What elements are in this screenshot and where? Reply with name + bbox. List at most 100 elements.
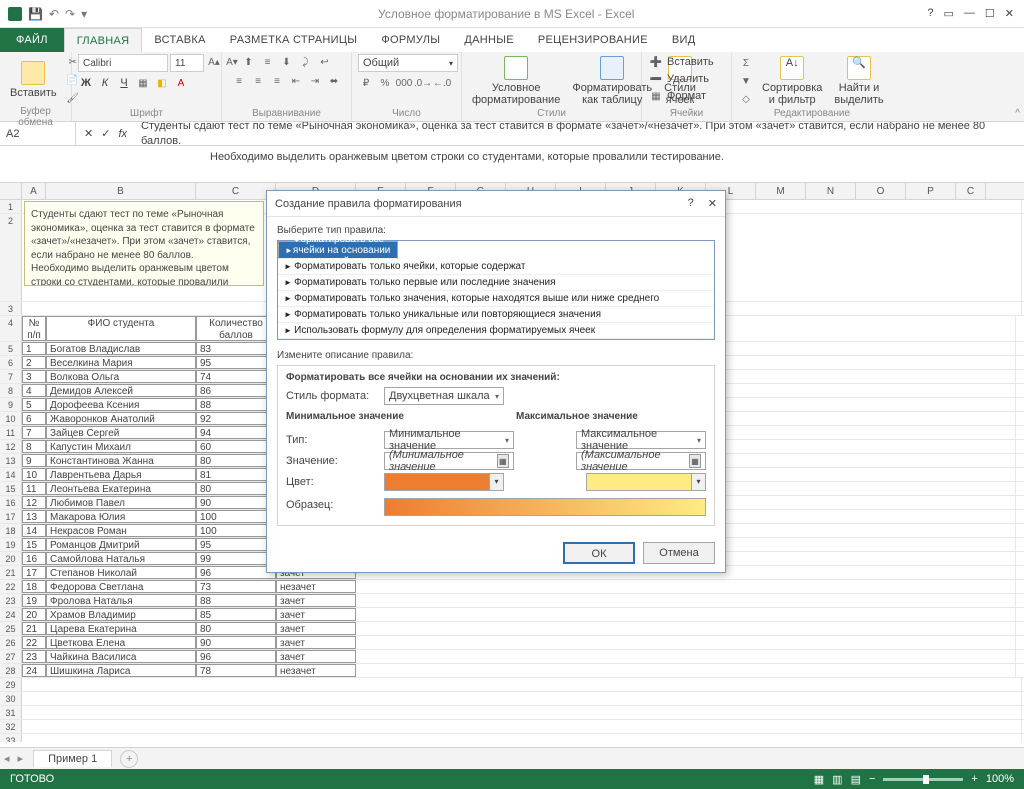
row-header[interactable]: 10 [0,412,22,425]
row-header[interactable]: 14 [0,468,22,481]
ok-button[interactable]: ОК [563,542,635,564]
zoom-in-icon[interactable]: + [971,773,977,785]
row-header[interactable]: 22 [0,580,22,593]
row-header[interactable]: 21 [0,566,22,579]
col-C[interactable]: C [196,183,276,199]
row-header[interactable]: 23 [0,594,22,607]
currency-icon[interactable]: ₽ [358,75,374,91]
autosum-icon[interactable]: Σ [738,55,754,71]
col-B[interactable]: B [46,183,196,199]
underline-icon[interactable]: Ч [116,75,132,91]
merge-icon[interactable]: ⬌ [326,73,342,89]
align-top-icon[interactable]: ⬆ [241,54,257,70]
tab-home[interactable]: ГЛАВНАЯ [64,28,143,52]
cancel-button[interactable]: Отмена [643,542,715,564]
row-header[interactable]: 30 [0,692,22,705]
row-header[interactable]: 31 [0,706,22,719]
cancel-formula-icon[interactable]: ✕ [84,127,93,140]
dialog-help-icon[interactable]: ? [688,197,694,210]
col-P[interactable]: P [906,183,956,199]
row-header[interactable]: 12 [0,440,22,453]
row-header[interactable]: 4 [0,316,22,341]
enter-formula-icon[interactable]: ✓ [101,127,110,140]
range-picker-icon[interactable]: ▦ [497,454,509,468]
increase-decimal-icon[interactable]: .0→ [415,75,431,91]
find-select-button[interactable]: 🔍Найти и выделить [830,54,887,108]
min-type-select[interactable]: Минимальное значение▾ [384,431,514,449]
rule-type-item[interactable]: Форматировать только первые или последни… [278,275,714,291]
max-value-input[interactable]: (Максимальное значение▦ [576,452,706,470]
row-header[interactable]: 24 [0,608,22,621]
conditional-formatting-button[interactable]: Условное форматирование [468,54,564,108]
decrease-decimal-icon[interactable]: ←.0 [434,75,450,91]
fill-color-icon[interactable]: ◧ [154,75,170,91]
format-cells-button[interactable]: ▦Формат [648,88,706,104]
increase-indent-icon[interactable]: ⇥ [307,73,323,89]
col-last[interactable]: C [956,183,986,199]
row-header[interactable]: 13 [0,454,22,467]
sort-filter-button[interactable]: A↓Сортировка и фильтр [758,54,826,108]
min-color-select[interactable]: ▾ [384,473,504,491]
col-A[interactable]: A [22,183,46,199]
row-header[interactable]: 25 [0,622,22,635]
rule-type-item[interactable]: Форматировать только значения, которые н… [278,291,714,307]
row-header[interactable]: 28 [0,664,22,677]
maximize-icon[interactable]: ☐ [985,7,995,20]
number-format-select[interactable]: Общий▾ [358,54,458,72]
zoom-level[interactable]: 100% [986,773,1014,785]
row-header[interactable]: 29 [0,678,22,691]
max-type-select[interactable]: Максимальное значение▾ [576,431,706,449]
bold-icon[interactable]: Ж [78,75,94,91]
align-right-icon[interactable]: ≡ [269,73,285,89]
comma-icon[interactable]: 000 [396,75,412,91]
row-header[interactable]: 8 [0,384,22,397]
undo-icon[interactable]: ↶ [49,7,59,21]
minimize-icon[interactable]: ― [964,7,975,20]
max-color-select[interactable]: ▾ [586,473,706,491]
row-header[interactable]: 19 [0,538,22,551]
font-color-icon[interactable]: A [173,75,189,91]
row-header[interactable]: 3 [0,302,22,315]
rule-type-item[interactable]: Форматировать только уникальные или повт… [278,307,714,323]
row-header[interactable]: 32 [0,720,22,733]
tab-formulas[interactable]: ФОРМУЛЫ [369,28,452,52]
tab-insert[interactable]: ВСТАВКА [142,28,217,52]
redo-icon[interactable]: ↷ [65,7,75,21]
view-normal-icon[interactable]: ▦ [814,773,824,786]
increase-font-icon[interactable]: A▴ [206,54,222,70]
format-style-select[interactable]: Двухцветная шкала▾ [384,387,504,405]
rule-type-list[interactable]: Форматировать все ячейки на основании их… [277,240,715,340]
sheet-tab-active[interactable]: Пример 1 [33,750,112,767]
row-header[interactable]: 15 [0,482,22,495]
dialog-close-icon[interactable]: ✕ [708,197,717,210]
italic-icon[interactable]: К [97,75,113,91]
border-icon[interactable]: ▦ [135,75,151,91]
tab-review[interactable]: РЕЦЕНЗИРОВАНИЕ [526,28,660,52]
sheet-nav-prev-icon[interactable]: ◂ [0,752,14,765]
align-left-icon[interactable]: ≡ [231,73,247,89]
percent-icon[interactable]: % [377,75,393,91]
delete-cells-button[interactable]: ➖Удалить [648,71,709,87]
align-bottom-icon[interactable]: ⬇ [279,54,295,70]
min-value-input[interactable]: (Минимальное значение▦ [384,452,514,470]
row-header[interactable]: 5 [0,342,22,355]
rule-type-item[interactable]: Форматировать только ячейки, которые сод… [278,259,714,275]
close-icon[interactable]: ✕ [1005,7,1014,20]
decrease-indent-icon[interactable]: ⇤ [288,73,304,89]
align-middle-icon[interactable]: ≡ [260,54,276,70]
help-icon[interactable]: ? [927,7,933,20]
view-layout-icon[interactable]: ▥ [832,773,842,786]
fill-icon[interactable]: ▼ [738,73,754,89]
add-sheet-button[interactable]: + [120,750,138,768]
tab-file[interactable]: ФАЙЛ [0,28,64,52]
zoom-slider[interactable] [883,778,963,781]
collapse-ribbon-icon[interactable]: ^ [1015,108,1020,119]
insert-cells-button[interactable]: ➕Вставить [648,54,714,70]
col-M[interactable]: M [756,183,806,199]
row-header[interactable]: 20 [0,552,22,565]
clear-icon[interactable]: ◇ [738,91,754,107]
zoom-out-icon[interactable]: − [869,773,875,785]
view-break-icon[interactable]: ▤ [851,773,861,786]
row-header[interactable]: 7 [0,370,22,383]
row-header[interactable]: 18 [0,524,22,537]
